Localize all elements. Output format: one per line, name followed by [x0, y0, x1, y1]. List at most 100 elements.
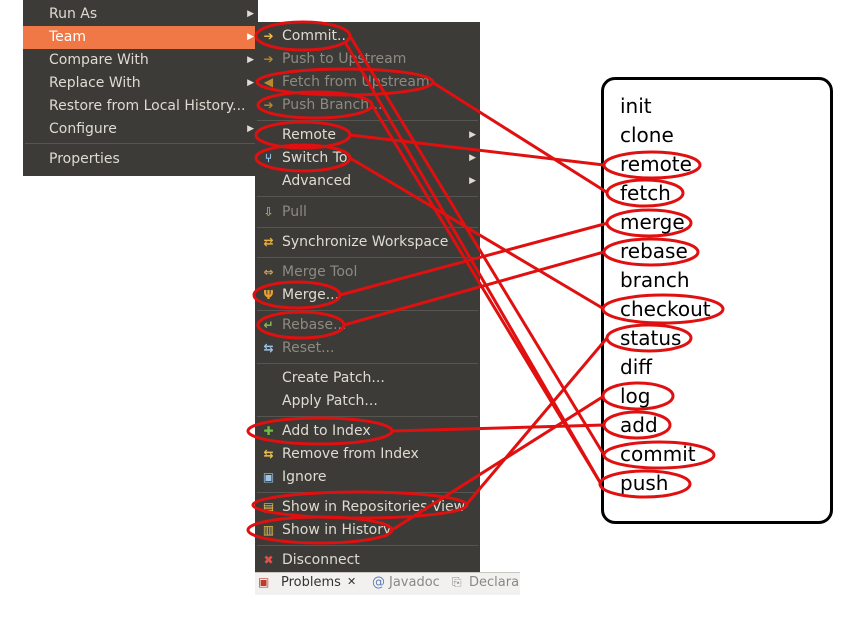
submenu-arrow-icon: ▶ — [247, 9, 254, 19]
submenu-arrow-icon: ▶ — [247, 78, 254, 88]
disconnect-icon: ✖ — [263, 553, 274, 567]
fetch-upstream-label: Fetch from Upstream — [282, 74, 430, 90]
git-command-diff: diff — [620, 355, 653, 379]
menu-item-team[interactable]: Team ▶ — [23, 26, 258, 49]
configure-label: Configure — [49, 121, 117, 137]
submenu-arrow-icon: ▶ — [469, 130, 476, 140]
menu-item-ignore[interactable]: ▣ Ignore — [255, 466, 480, 489]
menu-item-remote[interactable]: Remote ▶ — [255, 124, 480, 147]
remote-label: Remote — [282, 127, 337, 143]
menu-separator — [257, 545, 478, 546]
git-command-add: add — [620, 413, 658, 437]
rebase-label: Rebase... — [282, 317, 347, 333]
rebase-icon: ↵ — [263, 318, 274, 332]
commit-icon: ➔ — [263, 29, 274, 43]
menu-separator — [257, 196, 478, 197]
remove-icon: ⇆ — [263, 447, 274, 461]
declaration-icon: ⎘ — [452, 575, 462, 589]
push-icon: ➔ — [263, 52, 274, 66]
run-as-label: Run As — [49, 6, 98, 22]
ignore-label: Ignore — [282, 469, 327, 485]
menu-item-run-as[interactable]: Run As ▶ — [23, 3, 258, 26]
git-command-init: init — [620, 94, 652, 118]
merge-tool-icon: ⇔ — [263, 265, 274, 279]
menu-item-show-in-history[interactable]: ▥ Show in History — [255, 519, 480, 542]
git-command-log: log — [620, 384, 651, 408]
ignore-icon: ▣ — [262, 470, 275, 484]
menu-separator — [257, 257, 478, 258]
merge-icon: Ψ — [263, 288, 274, 302]
submenu-arrow-icon: ▶ — [469, 176, 476, 186]
menu-item-fetch-from-upstream[interactable]: ◀ Fetch from Upstream — [255, 71, 480, 94]
team-submenu: ➔ Commit... ➔ Push to Upstream ◀ Fetch f… — [255, 22, 480, 572]
menu-item-show-in-repositories-view[interactable]: ▤ Show in Repositories View — [255, 496, 480, 519]
annotation-line — [464, 337, 609, 506]
git-command-branch: branch — [620, 268, 690, 292]
menu-item-apply-patch[interactable]: Apply Patch... — [255, 390, 480, 413]
pull-label: Pull — [282, 204, 307, 220]
team-label: Team — [49, 29, 87, 45]
menu-item-advanced[interactable]: Advanced ▶ — [255, 170, 480, 193]
menu-item-create-patch[interactable]: Create Patch... — [255, 367, 480, 390]
menu-item-restore-local-history[interactable]: Restore from Local History... — [23, 95, 258, 118]
add-to-index-label: Add to Index — [282, 423, 371, 439]
apply-patch-label: Apply Patch... — [282, 393, 378, 409]
menu-item-disconnect[interactable]: ✖ Disconnect — [255, 549, 480, 572]
context-menu: Run As ▶ Team ▶ Compare With ▶ Replace W… — [23, 0, 258, 176]
menu-item-replace-with[interactable]: Replace With ▶ — [23, 72, 258, 95]
restore-label: Restore from Local History... — [49, 98, 246, 114]
menu-item-push-branch[interactable]: ➔ Push Branch... — [255, 94, 480, 117]
git-command-rebase: rebase — [620, 239, 688, 263]
submenu-arrow-icon: ▶ — [247, 32, 254, 42]
menu-item-merge-tool[interactable]: ⇔ Merge Tool — [255, 261, 480, 284]
push-upstream-label: Push to Upstream — [282, 51, 407, 67]
menu-item-pull[interactable]: ⇩ Pull — [255, 201, 480, 224]
git-command-clone: clone — [620, 123, 674, 147]
menu-item-reset[interactable]: ⇆ Reset... — [255, 337, 480, 360]
remove-from-index-label: Remove from Index — [282, 446, 419, 462]
reset-icon: ⇆ — [263, 341, 274, 355]
git-command-merge: merge — [620, 210, 685, 234]
git-command-commit: commit — [620, 442, 696, 466]
menu-separator — [257, 363, 478, 364]
menu-separator — [257, 310, 478, 311]
fetch-icon: ◀ — [263, 75, 274, 89]
menu-separator — [257, 227, 478, 228]
advanced-label: Advanced — [282, 173, 352, 189]
repository-icon: ▤ — [262, 500, 275, 514]
menu-item-push-to-upstream[interactable]: ➔ Push to Upstream — [255, 48, 480, 71]
push-branch-label: Push Branch... — [282, 97, 383, 113]
tab-declaration[interactable]: Declara — [469, 575, 519, 590]
menu-separator — [257, 120, 478, 121]
push-branch-icon: ➔ — [263, 98, 274, 112]
synchronize-icon: ⇄ — [263, 235, 274, 249]
menu-item-compare-with[interactable]: Compare With ▶ — [23, 49, 258, 72]
close-icon[interactable]: ✕ — [347, 575, 356, 588]
properties-label: Properties — [49, 151, 120, 167]
history-icon: ▥ — [262, 523, 275, 537]
submenu-arrow-icon: ▶ — [469, 153, 476, 163]
submenu-arrow-icon: ▶ — [247, 124, 254, 134]
show-history-label: Show in History — [282, 522, 392, 538]
menu-item-configure[interactable]: Configure ▶ — [23, 118, 258, 141]
menu-item-rebase[interactable]: ↵ Rebase... — [255, 314, 480, 337]
submenu-arrow-icon: ▶ — [247, 55, 254, 65]
menu-item-switch-to[interactable]: ⑂ Switch To ▶ — [255, 147, 480, 170]
menu-separator — [257, 416, 478, 417]
menu-item-commit[interactable]: ➔ Commit... — [255, 25, 480, 48]
tab-javadoc[interactable]: Javadoc — [389, 575, 440, 590]
menu-item-remove-from-index[interactable]: ⇆ Remove from Index — [255, 443, 480, 466]
menu-item-properties[interactable]: Properties — [23, 148, 258, 171]
menu-item-add-to-index[interactable]: ✚ Add to Index — [255, 420, 480, 443]
git-command-remote: remote — [620, 152, 692, 176]
pull-icon: ⇩ — [263, 205, 274, 219]
plus-icon: ✚ — [263, 424, 274, 438]
problems-icon: ▣ — [258, 575, 270, 589]
menu-item-synchronize-workspace[interactable]: ⇄ Synchronize Workspace — [255, 231, 480, 254]
compare-with-label: Compare With — [49, 52, 149, 68]
at-icon: @ — [372, 575, 385, 590]
menu-item-merge[interactable]: Ψ Merge... — [255, 284, 480, 307]
branch-icon: ⑂ — [264, 151, 273, 165]
tab-problems[interactable]: Problems — [281, 575, 341, 590]
views-tab-bar: ▣ Problems ✕ @ Javadoc ⎘ Declara — [255, 572, 520, 595]
